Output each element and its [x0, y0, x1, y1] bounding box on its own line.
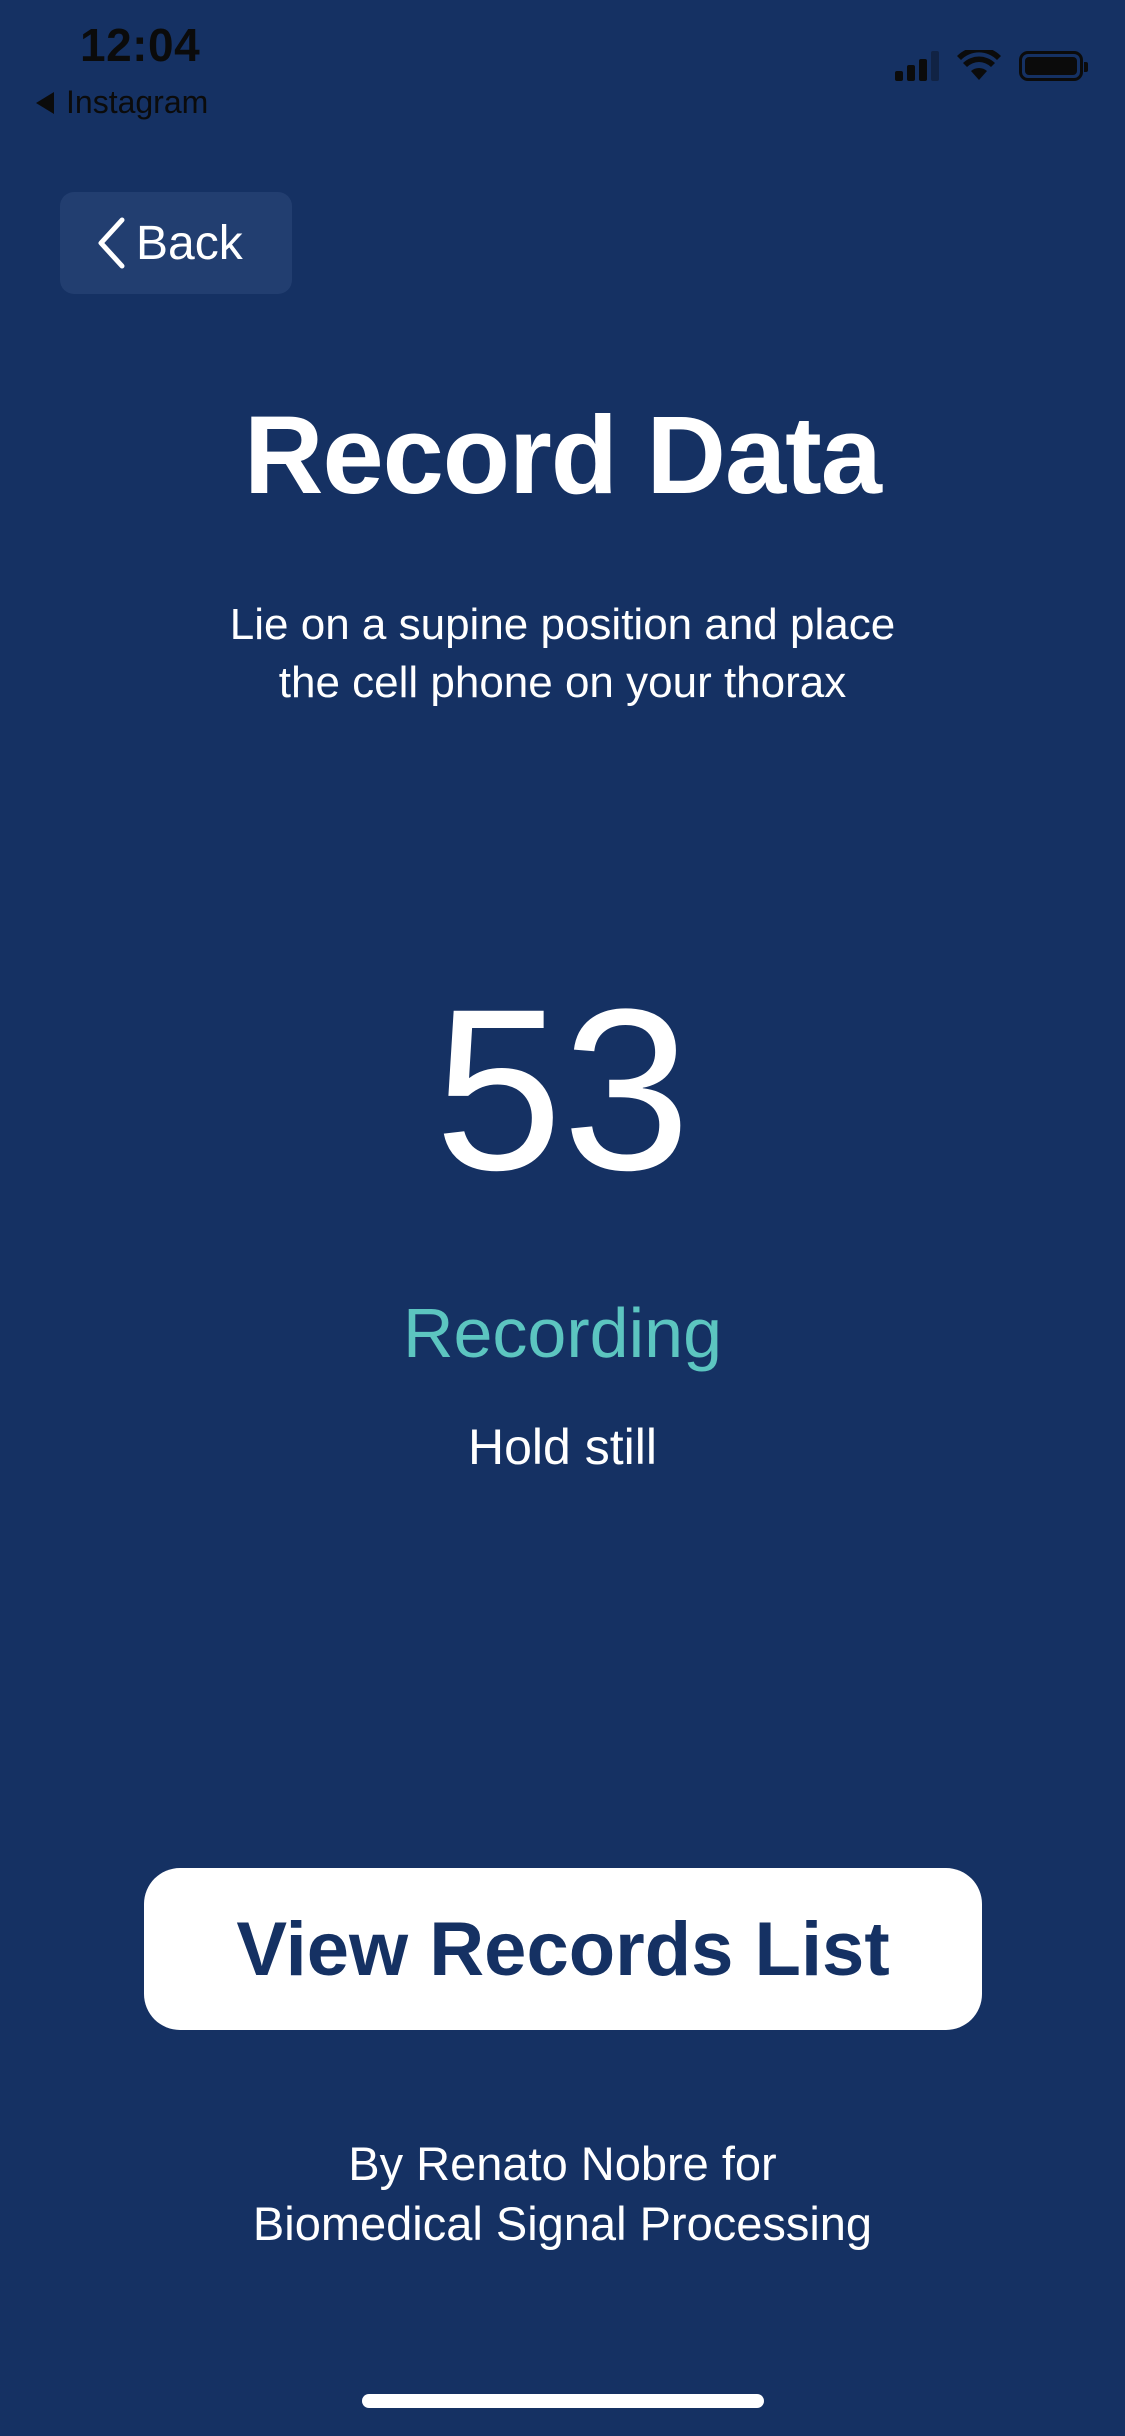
instruction-line-1: Lie on a supine position and place: [229, 600, 896, 649]
page-title: Record Data: [244, 394, 882, 517]
wifi-icon: [957, 50, 1001, 80]
view-records-list-label: View Records List: [236, 1906, 890, 1992]
back-button[interactable]: Back: [60, 192, 292, 294]
countdown-timer: 53: [434, 961, 691, 1218]
credits-line-2: Biomedical Signal Processing: [252, 2197, 873, 2250]
instruction-text: Lie on a supine position and place the c…: [0, 596, 1125, 712]
home-indicator[interactable]: [362, 2394, 764, 2408]
back-to-app-link[interactable]: Instagram: [36, 84, 208, 121]
status-time: 12:04: [80, 19, 201, 71]
back-triangle-icon: [36, 91, 54, 114]
battery-icon: [1019, 51, 1088, 81]
status-icons: [895, 50, 1088, 82]
chevron-left-icon: [98, 217, 125, 269]
recording-hint: Hold still: [468, 1419, 657, 1475]
view-records-list-button[interactable]: View Records List: [144, 1868, 982, 2030]
cellular-signal-icon: [895, 51, 939, 81]
instruction-line-2: the cell phone on your thorax: [278, 658, 847, 707]
credits-line-1: By Renato Nobre for: [348, 2137, 777, 2190]
battery-level: [1025, 57, 1077, 75]
back-to-app-label: Instagram: [66, 84, 209, 120]
back-button-label: Back: [136, 216, 243, 270]
credits-text: By Renato Nobre for Biomedical Signal Pr…: [0, 2134, 1125, 2254]
recording-status: Recording: [402, 1294, 723, 1372]
